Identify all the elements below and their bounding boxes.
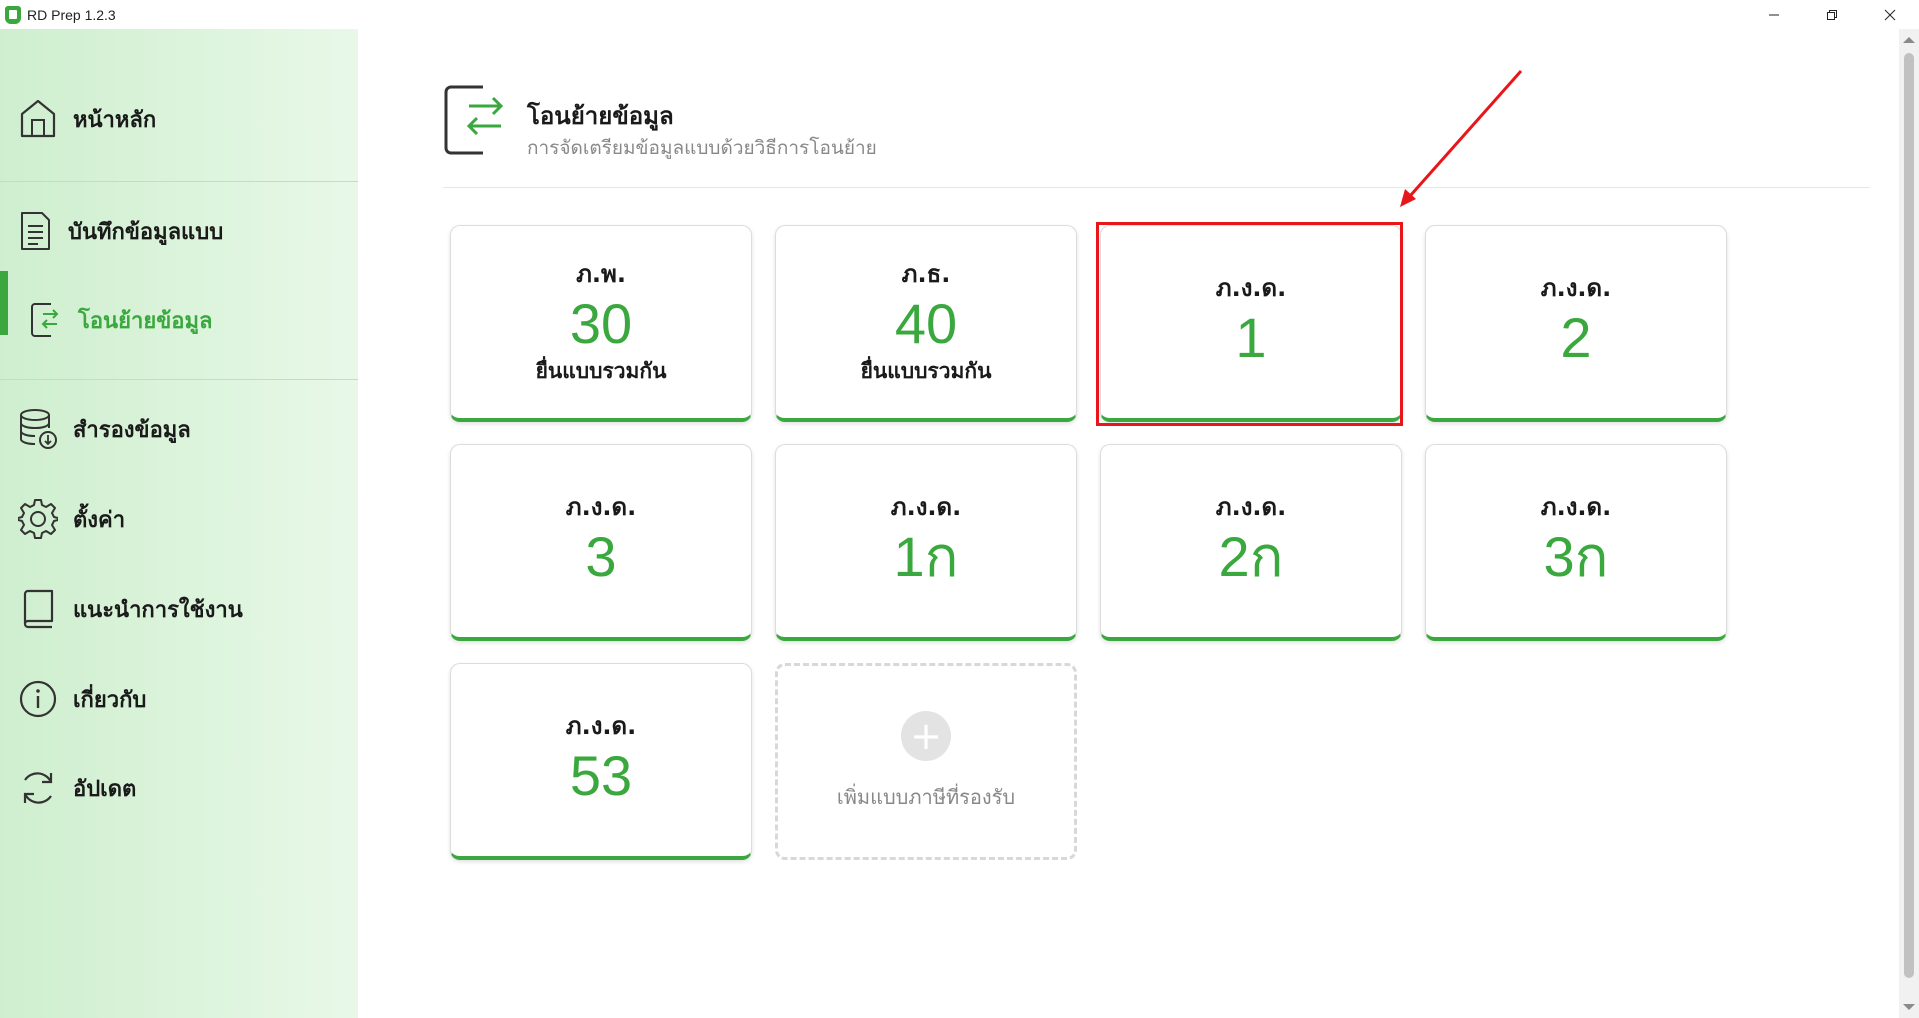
minimize-button[interactable] <box>1745 0 1803 29</box>
transfer-icon <box>443 84 507 156</box>
page-title: โอนย้ายข้อมูล <box>527 102 674 130</box>
card-form-number: 3 <box>585 525 617 588</box>
maximize-button[interactable] <box>1803 0 1861 29</box>
card-form-name: ภ.ง.ด. <box>1540 273 1612 302</box>
sidebar-item-transfer[interactable]: โอนย้ายข้อมูล <box>0 271 358 341</box>
card-form-number: 30 <box>569 292 633 356</box>
sidebar-item-label: สำรองข้อมูล <box>73 417 191 443</box>
transfer-icon <box>24 299 66 341</box>
refresh-icon <box>17 767 59 809</box>
add-form-card[interactable]: + เพิ่มแบบภาษีที่รองรับ <box>775 663 1077 860</box>
sidebar-item-settings[interactable]: ตั้งค่า <box>0 498 358 540</box>
card-form-name: ภ.ง.ด. <box>565 711 637 740</box>
window-title: RD Prep 1.2.3 <box>27 6 116 23</box>
form-card-pnd2[interactable]: ภ.ง.ด. 2 <box>1425 225 1727 422</box>
info-icon <box>17 678 59 720</box>
sidebar-item-guide[interactable]: แนะนำการใช้งาน <box>0 588 358 630</box>
title-bar: RD Prep 1.2.3 <box>0 0 1919 29</box>
plus-icon: + <box>901 710 951 761</box>
app-logo-icon <box>5 5 21 24</box>
sidebar-item-backup[interactable]: สำรองข้อมูล <box>0 408 358 450</box>
sidebar-item-label: หน้าหลัก <box>73 107 157 133</box>
restore-icon <box>1827 9 1837 20</box>
database-icon <box>17 408 59 450</box>
close-icon <box>1884 9 1896 20</box>
home-icon <box>17 98 59 140</box>
form-card-pnd3[interactable]: ภ.ง.ด. 3 <box>450 444 752 641</box>
form-card-pnd53[interactable]: ภ.ง.ด. 53 <box>450 663 752 860</box>
window-controls <box>1745 0 1919 29</box>
sidebar-item-home[interactable]: หน้าหลัก <box>0 98 358 140</box>
card-form-name: ภ.ง.ด. <box>565 492 637 521</box>
add-form-label: เพิ่มแบบภาษีที่รองรับ <box>836 784 1016 809</box>
scroll-down-icon[interactable] <box>1903 1004 1915 1010</box>
sidebar-item-label: แนะนำการใช้งาน <box>73 597 243 623</box>
sidebar-divider <box>0 379 358 380</box>
sidebar-item-about[interactable]: เกี่ยวกับ <box>0 678 358 720</box>
card-form-desc: ยื่นแบบรวมกัน <box>535 358 667 383</box>
form-card-pt40[interactable]: ภ.ธ. 40 ยื่นแบบรวมกัน <box>775 225 1077 422</box>
form-card-pnd1k[interactable]: ภ.ง.ด. 1ก <box>775 444 1077 641</box>
sidebar-item-label: เกี่ยวกับ <box>73 687 147 713</box>
gear-icon <box>17 498 59 540</box>
sidebar-item-label: ตั้งค่า <box>73 507 126 533</box>
card-form-number: 3ก <box>1543 525 1609 588</box>
minimize-icon <box>1769 14 1779 15</box>
annotation-highlight-box <box>1096 222 1403 426</box>
card-form-number: 1ก <box>893 525 959 588</box>
book-icon <box>17 588 59 630</box>
sidebar-item-label: อัปเดต <box>73 776 137 802</box>
card-form-desc: ยื่นแบบรวมกัน <box>860 358 992 383</box>
card-form-name: ภ.ธ. <box>901 260 951 289</box>
card-form-number: 2ก <box>1218 525 1284 588</box>
card-form-name: ภ.ง.ด. <box>1540 492 1612 521</box>
document-icon <box>14 210 56 252</box>
sidebar-item-label: บันทึกข้อมูลแบบ <box>68 219 224 245</box>
page-subtitle: การจัดเตรียมข้อมูลแบบด้วยวิธีการโอนย้าย <box>527 137 877 159</box>
card-form-name: ภ.ง.ด. <box>890 492 962 521</box>
card-form-number: 2 <box>1560 306 1592 369</box>
close-button[interactable] <box>1861 0 1919 29</box>
sidebar-item-update[interactable]: อัปเดต <box>0 767 358 809</box>
card-form-name: ภ.พ. <box>576 260 626 289</box>
form-card-pnd3k[interactable]: ภ.ง.ด. 3ก <box>1425 444 1727 641</box>
page-header <box>443 84 507 156</box>
card-form-number: 40 <box>894 292 958 356</box>
header-divider <box>443 187 1870 188</box>
sidebar-item-record[interactable]: บันทึกข้อมูลแบบ <box>0 210 358 252</box>
form-card-pp30[interactable]: ภ.พ. 30 ยื่นแบบรวมกัน <box>450 225 752 422</box>
scrollbar-thumb[interactable] <box>1904 53 1914 978</box>
sidebar-item-label: โอนย้ายข้อมูล <box>78 308 213 334</box>
card-form-name: ภ.ง.ด. <box>1215 492 1287 521</box>
card-form-number: 53 <box>569 744 633 807</box>
sidebar-divider <box>0 181 358 182</box>
scroll-up-icon[interactable] <box>1903 37 1915 43</box>
vertical-scrollbar[interactable] <box>1899 29 1919 1018</box>
form-card-pnd2k[interactable]: ภ.ง.ด. 2ก <box>1100 444 1402 641</box>
